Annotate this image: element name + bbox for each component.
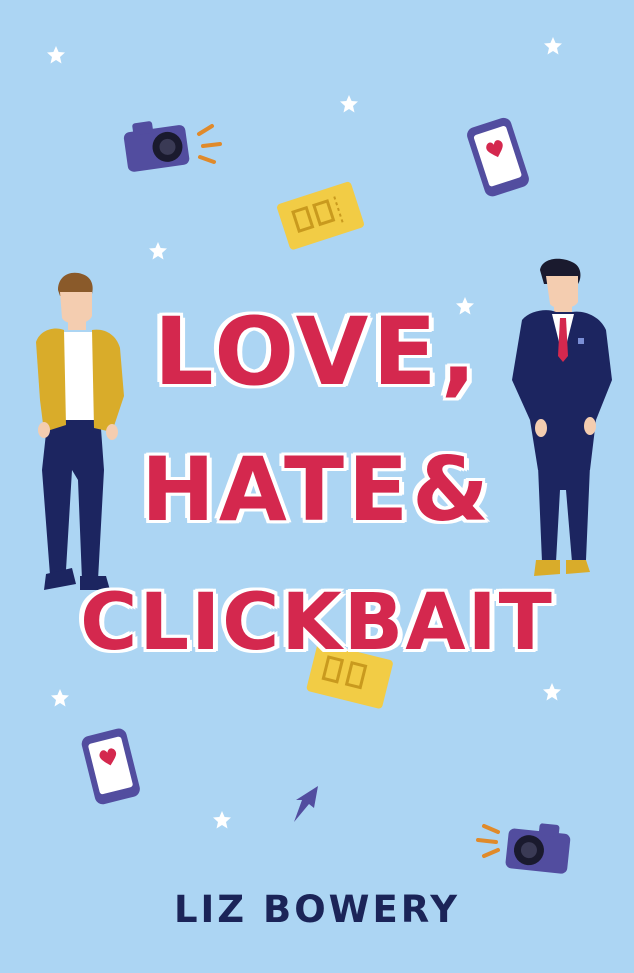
title-line-2: HATE& xyxy=(141,438,493,541)
star-icon xyxy=(51,689,69,707)
star-icon xyxy=(544,37,562,55)
camera-flash-marks xyxy=(197,124,222,164)
title-line-1: LOVE, xyxy=(153,298,481,407)
phone-heart-icon xyxy=(467,117,529,197)
star-icon xyxy=(213,811,231,829)
camera-flash-marks xyxy=(476,824,500,858)
camera-icon xyxy=(123,121,190,172)
star-icon xyxy=(47,46,65,64)
star-icon xyxy=(340,95,358,113)
ticket-icon xyxy=(277,181,364,250)
title-line-3: CLICKBAIT xyxy=(80,578,554,668)
cursor-arrow-icon xyxy=(294,786,318,822)
star-icon xyxy=(149,242,167,260)
star-icon xyxy=(543,683,561,701)
author-name: LIZ BOWERY xyxy=(173,888,461,931)
phone-heart-icon xyxy=(81,728,140,805)
book-cover: LOVE, HATE& CLICKBAIT LIZ BOWERY xyxy=(0,0,634,973)
camera-icon xyxy=(505,823,571,874)
